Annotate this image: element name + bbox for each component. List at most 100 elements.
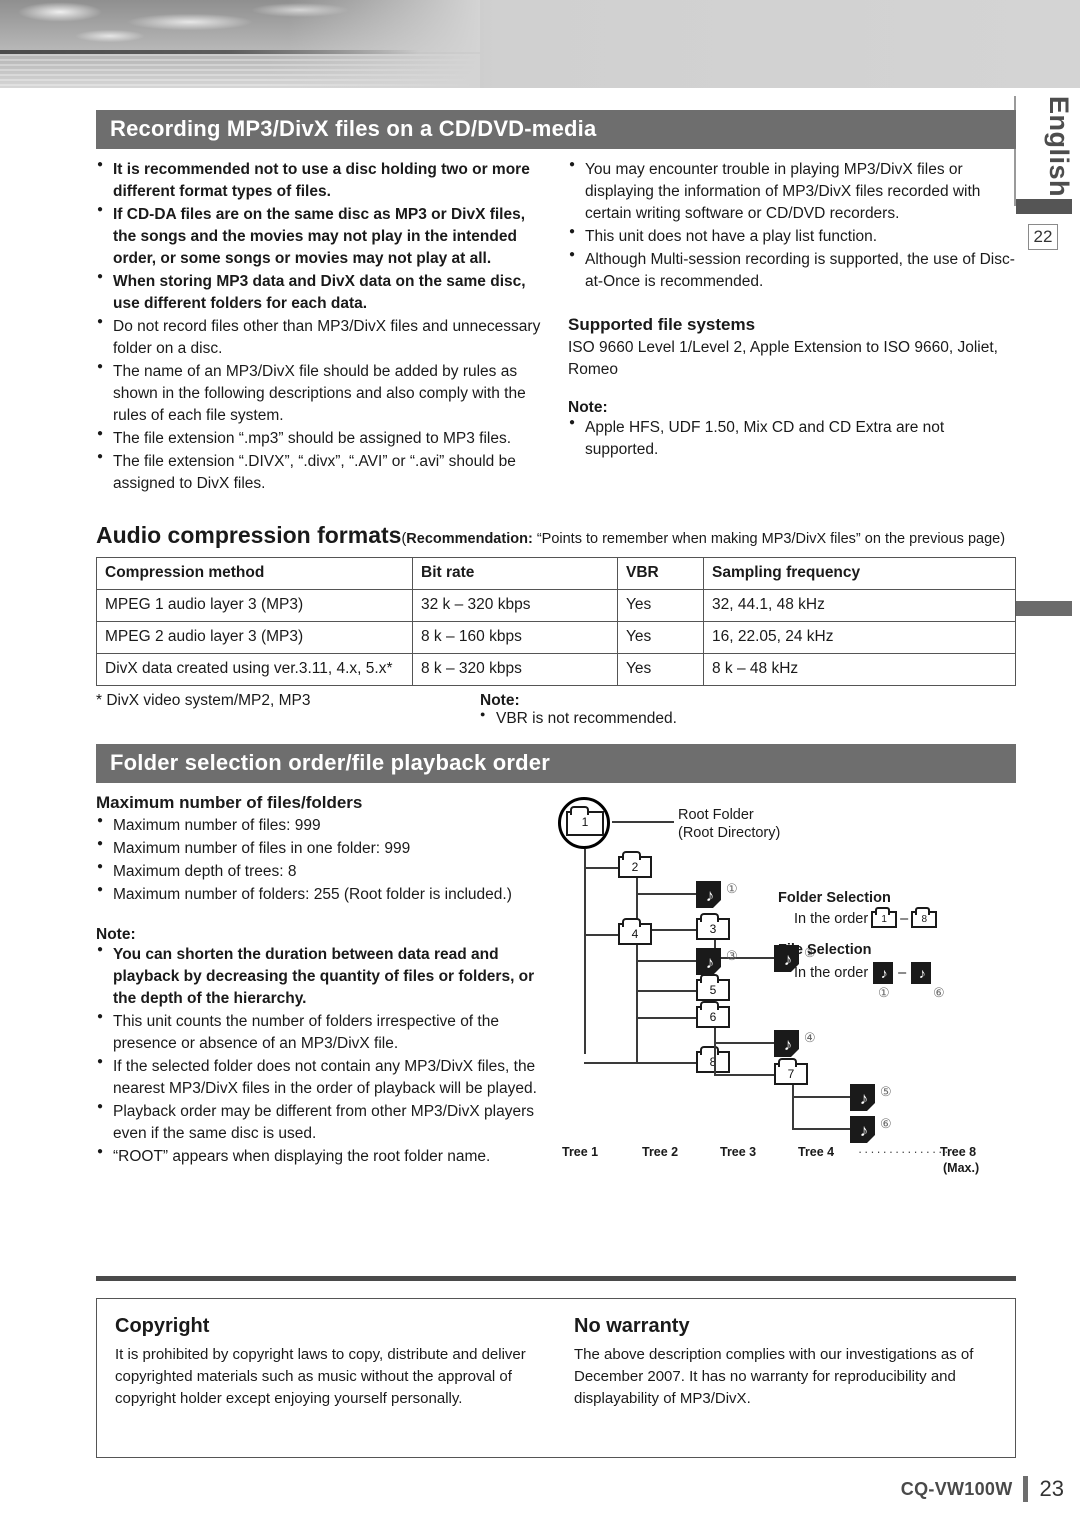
section1-right-column: You may encounter trouble in playing MP3… (568, 158, 1016, 496)
recording-bullet-left-0: It is recommended not to use a disc hold… (96, 158, 544, 203)
recording-bullets-left: It is recommended not to use a disc hold… (96, 158, 544, 495)
table-cell-2-1: 8 k – 320 kbps (412, 653, 618, 686)
page-footer: CQ-VW100W 23 (901, 1476, 1064, 1502)
recording-bullet-right-1: This unit does not have a play list func… (568, 225, 1016, 248)
table-cell-0-1: 32 k – 320 kbps (412, 589, 618, 622)
page-content: Recording MP3/DivX files on a CD/DVD-med… (96, 110, 1016, 1175)
branch-line-file6 (792, 1128, 852, 1130)
trunk-line-folder7 (792, 1085, 794, 1130)
max-bullet-2: Maximum depth of trees: 8 (96, 860, 548, 883)
file-order-6: ⑥ (880, 1116, 892, 1131)
recording-bullet-right-2: Although Multi-session recording is supp… (568, 248, 1016, 293)
table-cell-0-2: Yes (617, 589, 704, 622)
file-selection-order-from: ① (878, 985, 890, 1000)
section1-left-column: It is recommended not to use a disc hold… (96, 158, 544, 496)
folder-icon-3: 3 (696, 913, 730, 940)
table-cell-1-1: 8 k – 160 kbps (412, 621, 618, 654)
section2-note-bullets: You can shorten the duration between dat… (96, 943, 548, 1168)
mini-file-icon-from: ♪ (873, 962, 894, 984)
audio-formats-title: Audio compression formats (96, 522, 402, 548)
file-icon-4: ♪ (774, 1030, 799, 1057)
folder-icon-6: 6 (696, 1001, 730, 1028)
section2-right-column: 1 Root Folder (Root Directory) 2 ♪ ① 3 ♪… (548, 793, 1008, 1175)
folder-icon-1: 1 (566, 806, 604, 836)
section-heading-recording: Recording MP3/DivX files on a CD/DVD-med… (96, 110, 1016, 149)
folder-icon-5: 5 (696, 974, 730, 1001)
section2-left-column: Maximum number of files/folders Maximum … (96, 793, 548, 1169)
document-page: English 22 Recording MP3/DivX files on a… (0, 0, 1080, 1526)
file-selection-order-text: In the order (794, 964, 869, 981)
table-column-header-1: Bit rate (412, 557, 618, 590)
table-cell-0-0: MPEG 1 audio layer 3 (MP3) (96, 589, 413, 622)
max-files-folders-heading: Maximum number of files/folders (96, 793, 363, 812)
section1-columns: It is recommended not to use a disc hold… (96, 158, 1016, 496)
table-column-header-2: VBR (617, 557, 704, 590)
table-cell-1-2: Yes (617, 621, 704, 654)
file-order-1: ① (726, 881, 738, 896)
table-cell-1-0: MPEG 2 audio layer 3 (MP3) (96, 621, 413, 654)
section2-note-bullet-4: “ROOT” appears when displaying the root … (96, 1145, 548, 1168)
file-icon-5: ♪ (850, 1084, 875, 1111)
branch-line-file1 (636, 893, 698, 895)
max-files-folders-bullets: Maximum number of files: 999Maximum numb… (96, 814, 548, 906)
mini-file-icon-to: ♪ (911, 962, 932, 984)
max-bullet-0: Maximum number of files: 999 (96, 814, 548, 837)
table-cell-2-2: Yes (617, 653, 704, 686)
audio-note-bullet-0: VBR is not recommended. (480, 709, 677, 728)
warranty-heading: No warranty (574, 1315, 690, 1337)
table-cell-2-3: 8 k – 48 kHz (703, 653, 1016, 686)
tree-label-8: Tree 8 (940, 1145, 977, 1159)
folder-selection-heading: Folder Selection (778, 890, 891, 906)
recording-bullet-right-0: You may encounter trouble in playing MP3… (568, 158, 1016, 225)
recording-bullet-left-6: The file extension “.DIVX”, “.divx”, “.A… (96, 450, 544, 495)
folder-icon-7: 7 (774, 1058, 808, 1085)
banner-sea (0, 54, 480, 88)
copyright-body: It is prohibited by copyright laws to co… (115, 1346, 526, 1407)
recording-bullet-left-4: The name of an MP3/DivX file should be a… (96, 360, 544, 427)
mini-folder-icon-to: 8 (911, 906, 938, 928)
audio-formats-recommendation-label: Recommendation: (406, 531, 533, 547)
rail-section-tab (1016, 601, 1072, 616)
branch-line-file5 (792, 1096, 852, 1098)
branch-line-file2 (714, 957, 776, 959)
audio-formats-recommendation-text: “Points to remember when making MP3/DivX… (536, 531, 1006, 547)
trunk-line-tree1 (584, 849, 586, 1054)
legal-divider-rule (96, 1276, 1016, 1281)
rail-page-tab: 22 (1028, 224, 1058, 250)
table-cell-2-0: DivX data created using ver.3.11, 4.x, 5… (96, 653, 413, 686)
file-selection-order-to: ⑥ (933, 985, 945, 1000)
section2-note-label: Note: (96, 926, 136, 943)
music-note-icon: ♪ (880, 965, 888, 981)
root-folder-label-line2: (Root Directory) (678, 825, 781, 842)
table-row: MPEG 1 audio layer 3 (MP3) 32 k – 320 kbp… (96, 589, 1016, 622)
root-leader-line (612, 821, 674, 823)
table-cell-0-3: 32, 44.1, 48 kHz (703, 589, 1016, 622)
section1-note-bullets: Apple HFS, UDF 1.50, Mix CD and CD Extra… (568, 416, 1016, 461)
trunk-line-folder6 (714, 1028, 716, 1076)
page-fold-icon (791, 1049, 799, 1057)
language-label: English (1044, 96, 1074, 198)
model-number: CQ-VW100W (900, 1478, 1013, 1499)
recording-bullet-left-1: If CD-DA files are on the same disc as M… (96, 203, 544, 270)
mini-folder-icon-from: 1 (871, 906, 898, 928)
file-selection-dash: – (898, 964, 907, 981)
header-banner-image (0, 0, 1080, 88)
table-column-header-0: Compression method (96, 557, 413, 590)
page-fold-icon (867, 1103, 875, 1111)
branch-line-file4 (714, 1042, 776, 1044)
audio-formats-table: Compression method Bit rate VBR Sampling fr… (96, 557, 1016, 686)
folder-icon-4: 4 (618, 918, 652, 945)
file-icon-6: ♪ (850, 1116, 875, 1143)
section-heading-folder-selection: Folder selection order/file playback ord… (96, 744, 1016, 783)
section2-note-bullet-0: You can shorten the duration between dat… (96, 943, 548, 1010)
recording-bullet-left-3: Do not record files other than MP3/DivX … (96, 315, 544, 360)
audio-formats-note-bullets: VBR is not recommended. (480, 709, 677, 728)
folder-selection-dash: – (900, 911, 909, 927)
banner-sky (0, 0, 480, 52)
file-icon-1: ♪ (696, 881, 721, 908)
rail-marker-bar (1016, 199, 1072, 214)
table-header-row: Compression method Bit rate VBR Sampling fr… (96, 557, 1016, 590)
page-fold-icon (713, 900, 721, 908)
table-body: MPEG 1 audio layer 3 (MP3) 32 k – 320 kbp… (96, 589, 1016, 686)
section2-note-bullet-2: If the selected folder does not contain … (96, 1055, 548, 1100)
